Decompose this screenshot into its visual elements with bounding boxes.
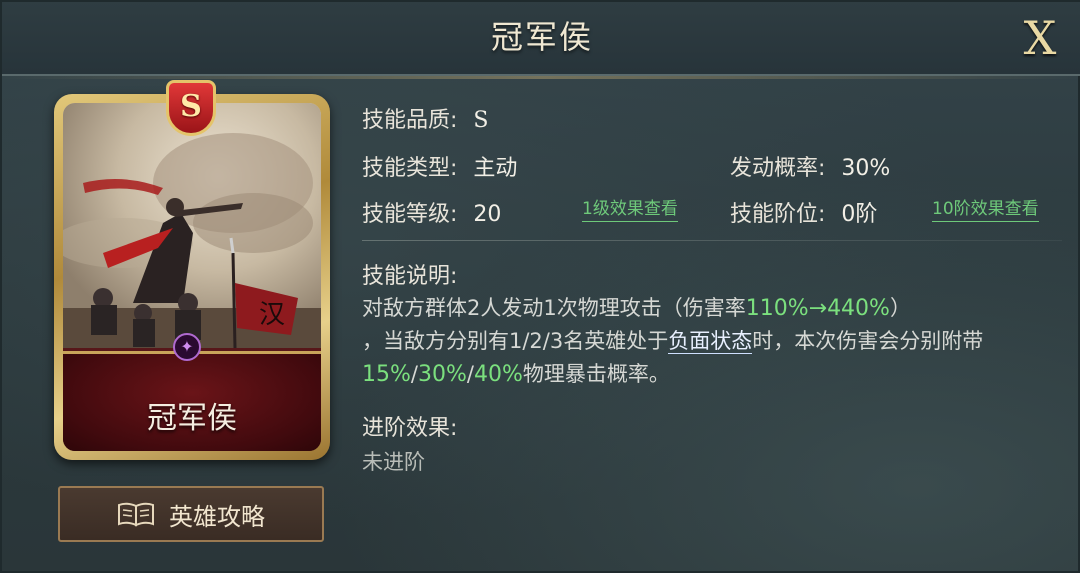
hero-card: 汉 ✦ 冠军侯 S xyxy=(54,80,330,460)
trigger-rate-row: 发动概率: 30% xyxy=(730,150,890,182)
skill-level-row: 技能等级: 20 xyxy=(362,196,501,228)
skill-tier-label: 技能阶位: xyxy=(730,202,826,227)
desc-part-1-end: ） xyxy=(889,296,911,320)
desc-crit-2: 30% xyxy=(417,362,467,387)
desc-sep-2: / xyxy=(466,362,474,386)
desc-part-4: 物理暴击概率。 xyxy=(522,362,670,386)
skill-desc-label: 技能说明: xyxy=(362,264,458,289)
skill-type-row: 技能类型: 主动 xyxy=(362,150,517,182)
hero-name: 冠军侯 xyxy=(147,401,237,436)
banner-character: 汉 xyxy=(259,300,285,330)
desc-damage-rate: 110%→440% xyxy=(745,296,890,321)
faction-icon: ✦ xyxy=(173,333,201,361)
trigger-rate-label: 发动概率: xyxy=(730,156,826,181)
skill-tier-row: 技能阶位: 0阶 xyxy=(730,196,877,228)
desc-crit-3: 40% xyxy=(473,362,523,387)
hero-card-inner: 汉 ✦ 冠军侯 xyxy=(63,103,321,451)
trigger-rate-value: 30% xyxy=(841,156,891,181)
quality-crest-icon: S xyxy=(166,80,216,136)
skill-quality-value: S xyxy=(473,108,489,133)
desc-part-3: 时，本次伤害会分别附带 xyxy=(752,329,984,353)
close-button[interactable]: X xyxy=(1016,10,1064,66)
skill-tier-value: 0阶 xyxy=(841,202,878,227)
level1-effect-link[interactable]: 1级效果查看 xyxy=(582,194,678,222)
advance-heading: 进阶效果: xyxy=(362,410,457,442)
advance-label: 进阶效果: xyxy=(362,416,458,441)
skill-level-value: 20 xyxy=(473,202,502,227)
tier10-effect-link[interactable]: 10阶效果查看 xyxy=(932,194,1039,222)
divider xyxy=(362,240,1062,241)
advance-value: 未进阶 xyxy=(362,450,425,474)
skill-quality-label: 技能品质: xyxy=(362,108,458,133)
header-bar: 冠军侯 X xyxy=(2,2,1080,79)
skill-type-label: 技能类型: xyxy=(362,156,458,181)
skill-desc-heading: 技能说明: xyxy=(362,258,457,290)
skill-detail-panel: 冠军侯 X 汉 ✦ 冠军侯 S 英雄攻略 技能品质: S 技能类型: 主动 发动… xyxy=(0,0,1080,573)
skill-level-label: 技能等级: xyxy=(362,202,458,227)
skill-type-value: 主动 xyxy=(473,156,518,181)
book-icon xyxy=(118,502,154,527)
hero-guide-button[interactable]: 英雄攻略 xyxy=(58,486,324,542)
desc-part-1: 对敌方群体2人发动1次物理攻击（伤害率 xyxy=(362,296,746,320)
negative-status-link[interactable]: 负面状态 xyxy=(668,329,753,354)
desc-crit-1: 15% xyxy=(362,362,411,387)
hero-guide-label: 英雄攻略 xyxy=(169,502,265,531)
page-title: 冠军侯 xyxy=(490,18,593,56)
desc-part-2: ，当敌方分别有1/2/3名英雄处于 xyxy=(362,329,669,353)
skill-quality-row: 技能品质: S xyxy=(362,102,489,134)
desc-sep-1: / xyxy=(410,362,418,386)
skill-description: 对敌方群体2人发动1次物理攻击（伤害率110%→440%） ，当敌方分别有1/2… xyxy=(362,292,1042,391)
hero-portrait: 汉 xyxy=(63,103,321,348)
